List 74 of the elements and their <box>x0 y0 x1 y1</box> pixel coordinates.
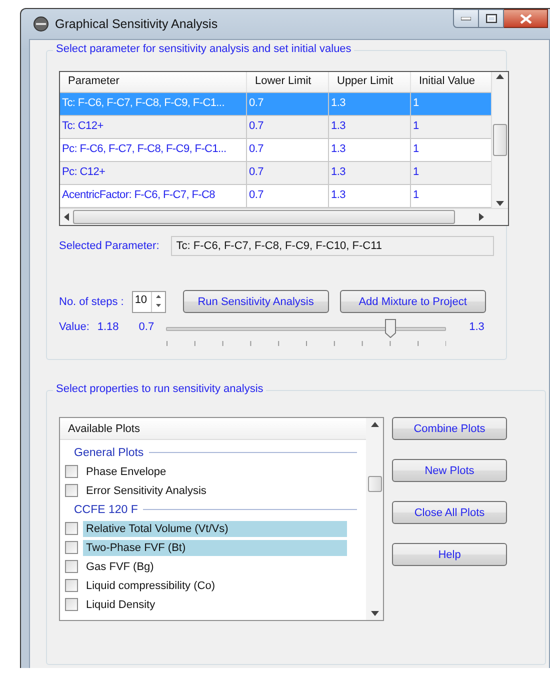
minimize-button[interactable] <box>453 9 479 28</box>
table-cell: Tc: C12+ <box>60 116 247 138</box>
group-title: Select properties to run sensitivity analysis <box>53 383 266 395</box>
checkbox[interactable] <box>65 579 78 592</box>
value-label: Value: <box>59 321 90 333</box>
table-cell: Tc: F-C6, F-C7, F-C8, F-C9, F-C1... <box>60 93 247 115</box>
scroll-up-icon[interactable] <box>496 74 504 79</box>
new-button[interactable]: New Plots <box>392 459 507 482</box>
table-cell: Pc: F-C6, F-C7, F-C8, F-C9, F-C1... <box>60 139 247 161</box>
window-title: Graphical Sensitivity Analysis <box>55 17 218 31</box>
plot-option[interactable]: Phase Envelope <box>83 464 347 480</box>
table-cell: 0.7 <box>247 139 329 161</box>
table-row[interactable]: Tc: C12+ 0.7 1.3 1 <box>60 116 491 139</box>
maximize-button[interactable] <box>479 9 504 28</box>
slider-thumb[interactable] <box>385 319 396 338</box>
group-heading: CCFE 120 F <box>74 504 138 516</box>
slider-max-label: 1.3 <box>469 321 484 333</box>
plot-option[interactable]: Liquid compressibility (Co) <box>83 578 347 594</box>
plot-option[interactable]: Relative Total Volume (Vt/Vs) <box>83 520 347 536</box>
checkbox[interactable] <box>65 484 78 497</box>
scroll-thumb[interactable] <box>493 124 507 156</box>
plot-option[interactable]: Liquid Density <box>83 596 347 612</box>
app-icon <box>33 16 49 32</box>
plot-option[interactable]: Error Sensitivity Analysis <box>83 482 347 498</box>
group-title: Select parameter for sensitivity analysis and set initial values <box>53 43 354 55</box>
checkbox[interactable] <box>65 560 78 573</box>
horizontal-scrollbar[interactable] <box>60 208 508 225</box>
close-icon <box>520 14 532 24</box>
column-header[interactable]: Lower Limit <box>247 72 329 92</box>
add-button[interactable]: Add Mixture to Project <box>340 290 486 313</box>
column-header[interactable]: Upper Limit <box>329 72 411 92</box>
vertical-scrollbar[interactable] <box>491 72 508 208</box>
vertical-scrollbar[interactable] <box>366 418 383 620</box>
checkbox[interactable] <box>65 522 78 535</box>
minimize-icon <box>461 16 471 20</box>
scroll-thumb[interactable] <box>73 210 455 224</box>
scroll-thumb[interactable] <box>368 476 382 492</box>
maximize-icon <box>486 14 496 23</box>
scroll-left-icon[interactable] <box>64 213 69 221</box>
scroll-down-icon[interactable] <box>370 611 378 616</box>
table-cell: 0.7 <box>247 116 329 138</box>
table-row[interactable]: Pc: C12+ 0.7 1.3 1 <box>60 162 491 185</box>
table-cell: AcentricFactor: F-C6, F-C7, F-C8 <box>60 185 247 207</box>
table-cell: Pc: C12+ <box>60 162 247 184</box>
table-cell: 1.3 <box>329 162 411 184</box>
scroll-down-icon[interactable] <box>496 201 504 206</box>
table-cell: 1.3 <box>329 116 411 138</box>
group-heading: General Plots <box>74 446 144 458</box>
selected-parameter-field: Tc: F-C6, F-C7, F-C8, F-C9, F-C10, F-C11 <box>171 236 494 256</box>
slider-min-label: 0.7 <box>138 321 154 333</box>
selected-parameter-label: Selected Parameter: <box>59 240 160 252</box>
scroll-up-icon[interactable] <box>370 422 378 427</box>
table-cell: 0.7 <box>247 162 329 184</box>
column-header[interactable]: Parameter <box>60 72 247 92</box>
table-cell: 0.7 <box>247 185 329 207</box>
table-cell: 1.3 <box>329 93 411 115</box>
run-button[interactable]: Run Sensitivity Analysis <box>182 290 329 313</box>
steps-spinner[interactable]: 10 <box>132 290 166 312</box>
value-slider[interactable] <box>166 319 446 349</box>
plot-option[interactable]: Gas FVF (Bg) <box>83 558 347 574</box>
table-cell: 1.3 <box>329 139 411 161</box>
combine-button[interactable]: Combine Plots <box>392 417 507 440</box>
checkbox[interactable] <box>65 541 78 554</box>
checkbox[interactable] <box>65 598 78 611</box>
table-cell: 0.7 <box>247 93 329 115</box>
scroll-right-icon[interactable] <box>479 213 484 221</box>
close-all-button[interactable]: Close All Plots <box>392 501 507 524</box>
plot-option[interactable]: Two-Phase FVF (Bt) <box>83 540 347 556</box>
close-button[interactable] <box>504 9 548 28</box>
help-button[interactable]: Help <box>392 543 507 566</box>
table-cell: 1.3 <box>329 185 411 207</box>
checkbox[interactable] <box>65 465 78 478</box>
value-reading: 1.18 <box>97 321 119 333</box>
steps-label: No. of steps : <box>59 296 124 308</box>
